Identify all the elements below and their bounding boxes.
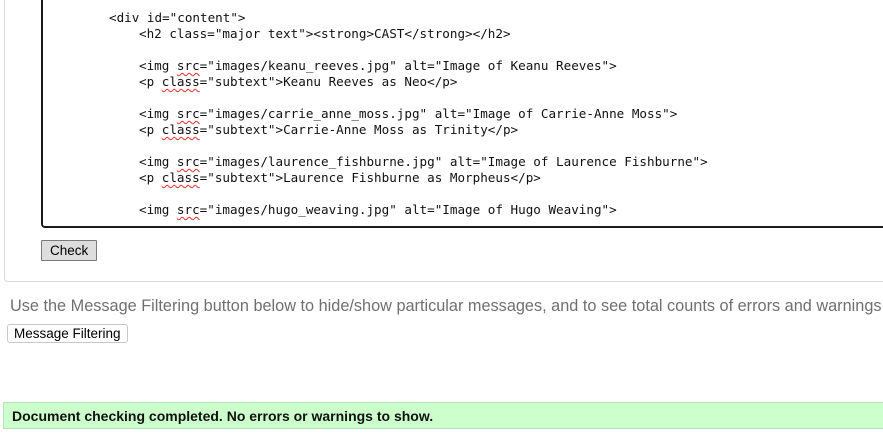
code-line: <p class="subtext">Carrie-Anne Moss as T…: [139, 122, 519, 137]
spellcheck-mark: src: [176, 106, 200, 121]
message-filtering-button[interactable]: Message Filtering: [7, 324, 128, 343]
result-banner: Document checking completed. No errors o…: [3, 402, 883, 429]
code-line: <div id="content">: [109, 10, 246, 25]
result-message: Document checking completed. No errors o…: [12, 408, 434, 424]
check-button[interactable]: Check: [41, 240, 98, 261]
spellcheck-mark: class: [161, 122, 200, 137]
code-line: <img src="images/carrie_anne_moss.jpg" a…: [139, 106, 678, 121]
spellcheck-mark: src: [176, 58, 200, 73]
code-line: <h2 class="major text"><strong>CAST</str…: [139, 26, 511, 41]
message-filtering-info: Use the Message Filtering button below t…: [10, 297, 883, 315]
spellcheck-mark: class: [161, 170, 200, 185]
code-line: <img src="images/keanu_reeves.jpg" alt="…: [139, 58, 617, 73]
code-line: <p class="subtext">Laurence Fishburne as…: [139, 170, 541, 185]
spellcheck-mark: src: [176, 202, 200, 217]
html-source-textarea[interactable]: <div id="content"> <h2 class="major text…: [41, 0, 883, 228]
spellcheck-mark: src: [176, 154, 200, 169]
validator-page: <div id="content"> <h2 class="major text…: [0, 0, 883, 438]
spellcheck-mark: class: [161, 74, 200, 89]
code-line: <img src="images/hugo_weaving.jpg" alt="…: [139, 202, 617, 217]
code-line: <img src="images/laurence_fishburne.jpg"…: [139, 154, 708, 169]
code-line: <p class="subtext">Keanu Reeves as Neo</…: [139, 74, 458, 89]
